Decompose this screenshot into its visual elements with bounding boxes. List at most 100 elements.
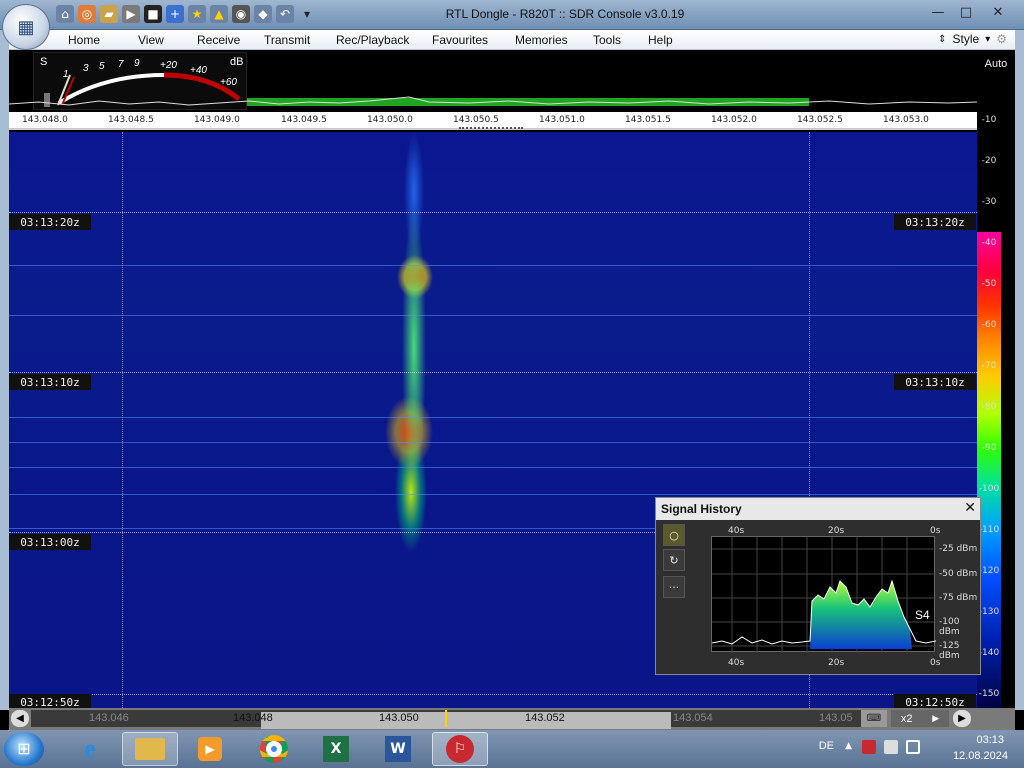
timestamp-left: 03:13:10z bbox=[9, 374, 91, 390]
dbm-label: -125 dBm bbox=[939, 641, 960, 661]
bottom-freq-label: 143.048 bbox=[233, 712, 273, 724]
settings-gear-icon[interactable]: ⚙ bbox=[996, 32, 1007, 46]
windows-logo-icon: ⊞ bbox=[17, 741, 31, 758]
splitter-handle[interactable] bbox=[459, 127, 523, 129]
auto-scale-button[interactable]: Auto bbox=[977, 58, 1015, 70]
tray-flag-icon[interactable] bbox=[884, 740, 898, 754]
menu-list: Home View Receive Transmit Rec/Playback … bbox=[68, 33, 688, 47]
scroll-right-button[interactable]: ▶ bbox=[953, 710, 971, 727]
dbm-label: -25 dBm bbox=[939, 544, 978, 554]
signal-history-graph bbox=[711, 537, 937, 653]
menu-transmit[interactable]: Transmit bbox=[264, 33, 336, 47]
dbm-label: -75 dBm bbox=[939, 593, 978, 603]
menu-favourites[interactable]: Favourites bbox=[432, 33, 515, 47]
start-button[interactable]: ⊞ bbox=[4, 732, 44, 766]
chrome-icon[interactable] bbox=[246, 732, 302, 766]
lifebuoy-icon[interactable]: ◎ bbox=[78, 5, 96, 23]
record-button[interactable]: ○ bbox=[663, 524, 685, 546]
menu-memories[interactable]: Memories bbox=[515, 33, 593, 47]
menu-home[interactable]: Home bbox=[68, 33, 138, 47]
db-tick: -30 bbox=[981, 197, 997, 207]
db-tick: -150 bbox=[978, 689, 1000, 699]
keyboard-icon[interactable]: ⌨ bbox=[861, 710, 887, 727]
freq-label: 143.048.5 bbox=[108, 115, 154, 125]
frequency-scroll-track[interactable]: 143.046 143.048 143.050 143.052 143.054 … bbox=[31, 710, 877, 729]
timestamp-right: 03:13:10z bbox=[894, 374, 976, 390]
tray-app-icon[interactable] bbox=[862, 740, 876, 754]
plus-icon[interactable]: + bbox=[166, 5, 184, 23]
file-explorer-icon[interactable] bbox=[122, 732, 178, 766]
menu-tools[interactable]: Tools bbox=[593, 33, 648, 47]
left-frame bbox=[0, 30, 9, 710]
db-scale: Auto -10 -20 -30 -40 -50 -60 -70 -80 -90… bbox=[977, 50, 1015, 712]
undo-icon[interactable]: ↶ bbox=[276, 5, 294, 23]
more-button[interactable]: ··· bbox=[663, 576, 685, 598]
folder-icon[interactable]: ▰ bbox=[100, 5, 118, 23]
dbm-label: -100 dBm bbox=[939, 617, 960, 637]
freq-label: 143.051.0 bbox=[539, 115, 585, 125]
lock-icon[interactable]: ▲ bbox=[210, 5, 228, 23]
media-player-icon[interactable]: ▶ bbox=[182, 732, 238, 766]
interference-line bbox=[9, 315, 977, 316]
style-dropdown-icon[interactable]: ▾ bbox=[985, 34, 990, 45]
close-button[interactable]: ✕ bbox=[982, 3, 1014, 21]
frequency-scroll-thumb[interactable] bbox=[261, 712, 671, 729]
menu-rec-playback[interactable]: Rec/Playback bbox=[336, 33, 432, 47]
system-tray: DE ▲ 03:13 12.08.2024 bbox=[784, 730, 1024, 768]
freq-label: 143.051.5 bbox=[625, 115, 671, 125]
interference-line bbox=[9, 417, 977, 418]
dbm-label: -50 dBm bbox=[939, 569, 978, 579]
network-icon[interactable] bbox=[906, 740, 920, 754]
minimize-button[interactable]: — bbox=[926, 3, 950, 21]
bottom-scroll-bar: ◀ 143.046 143.048 143.050 143.052 143.05… bbox=[9, 708, 1015, 730]
clock-date[interactable]: 12.08.2024 bbox=[953, 750, 1008, 762]
freq-label: 143.053.0 bbox=[883, 115, 929, 125]
s-reading: S4 bbox=[915, 608, 930, 622]
collapse-icon[interactable]: ⇕ bbox=[938, 34, 946, 45]
star-icon[interactable]: ★ bbox=[188, 5, 206, 23]
zoom-selector[interactable]: x2 ▶ bbox=[891, 710, 949, 727]
language-indicator[interactable]: DE bbox=[819, 740, 834, 752]
sdr-console-icon[interactable]: ⚐ bbox=[432, 732, 488, 766]
stop-icon[interactable]: ■ bbox=[144, 5, 162, 23]
window-controls: — □ ✕ bbox=[926, 3, 1014, 21]
reset-button[interactable]: ↻ bbox=[663, 549, 685, 571]
bottom-freq-label: 143.054 bbox=[673, 712, 713, 724]
frequency-axis[interactable]: 143.048.0 143.048.5 143.049.0 143.049.5 … bbox=[9, 112, 977, 130]
app-menu-button[interactable]: ▦ bbox=[2, 4, 50, 50]
db-tick: -40 bbox=[981, 238, 997, 248]
db-tick: -80 bbox=[981, 402, 997, 412]
play-icon[interactable]: ▶ bbox=[122, 5, 140, 23]
timestamp-left: 03:13:00z bbox=[9, 534, 91, 550]
camera-icon[interactable]: ◉ bbox=[232, 5, 250, 23]
style-selector[interactable]: ⇕ Style ▾ ⚙ bbox=[938, 32, 1007, 46]
signal-history-title[interactable]: Signal History ✕ bbox=[656, 498, 980, 520]
tray-expand-icon[interactable]: ▲ bbox=[845, 741, 852, 751]
menu-view[interactable]: View bbox=[138, 33, 197, 47]
clock-time[interactable]: 03:13 bbox=[976, 734, 1004, 746]
bottom-freq-label: 143.050 bbox=[379, 712, 419, 724]
excel-icon[interactable]: X bbox=[308, 732, 364, 766]
time-label: 40s bbox=[728, 658, 745, 668]
scroll-left-button[interactable]: ◀ bbox=[11, 710, 29, 727]
spectrum-trace[interactable] bbox=[9, 94, 977, 110]
word-icon[interactable]: W bbox=[370, 732, 426, 766]
signal-history-window: Signal History ✕ ○ ↻ ··· 40s 20s 0s -25 … bbox=[655, 497, 981, 675]
signal-history-plot bbox=[711, 536, 937, 653]
close-icon[interactable]: ✕ bbox=[964, 500, 976, 516]
time-label: 0s bbox=[930, 526, 941, 536]
time-label: 0s bbox=[930, 658, 941, 668]
home-icon[interactable]: ⌂ bbox=[56, 5, 74, 23]
interference-line bbox=[9, 467, 977, 468]
bottom-freq-label: 143.05 bbox=[819, 712, 853, 724]
sdr-console-window: ⌂ ◎ ▰ ▶ ■ + ★ ▲ ◉ ◆ ↶ ▾ RTL Dongle - R82… bbox=[0, 0, 1024, 768]
drop-icon[interactable]: ◆ bbox=[254, 5, 272, 23]
internet-explorer-icon[interactable]: e bbox=[62, 732, 118, 766]
maximize-button[interactable]: □ bbox=[954, 3, 978, 21]
menu-help[interactable]: Help bbox=[648, 33, 688, 47]
menu-receive[interactable]: Receive bbox=[197, 33, 264, 47]
freq-label: 143.050.5 bbox=[453, 115, 499, 125]
bottom-freq-label: 143.046 bbox=[89, 712, 129, 724]
right-frame bbox=[1015, 30, 1024, 710]
grid-line bbox=[9, 694, 977, 695]
